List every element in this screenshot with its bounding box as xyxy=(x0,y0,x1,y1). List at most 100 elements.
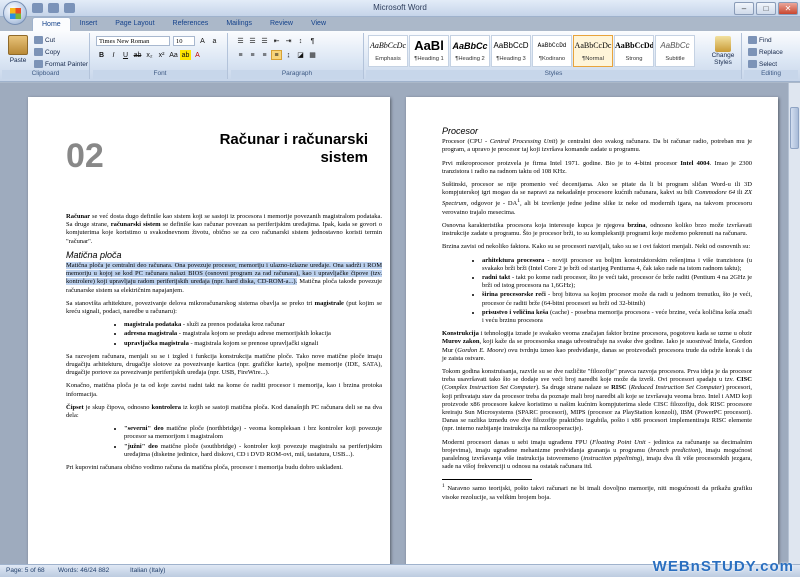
select-button[interactable]: Select xyxy=(748,60,777,68)
tab-home[interactable]: Home xyxy=(32,17,71,31)
chapter-number: 02 xyxy=(66,137,104,175)
paragraph: Osnovna karakteristika procesora koja in… xyxy=(442,221,752,238)
select-icon xyxy=(748,60,757,68)
multilevel-list-icon[interactable]: ☰ xyxy=(259,36,270,46)
word-count[interactable]: Words: 46/24 882 xyxy=(58,567,109,574)
subscript-button[interactable]: x₂ xyxy=(144,50,155,60)
page-right[interactable]: Procesor Procesor (CPU - Central Process… xyxy=(406,97,778,564)
font-color-button[interactable]: A xyxy=(192,50,203,60)
watermark-logo: WEBnSTUDY.com xyxy=(652,558,794,575)
paragraph: Suštinski, procesor se nije promenio već… xyxy=(442,181,752,216)
tab-page-layout[interactable]: Page Layout xyxy=(106,17,163,31)
align-right-icon[interactable]: ≡ xyxy=(259,50,270,60)
line-spacing-icon[interactable]: ↨ xyxy=(283,50,294,60)
borders-icon[interactable]: ▦ xyxy=(307,50,318,60)
font-name-select[interactable]: Times New Roman xyxy=(96,36,170,46)
scissors-icon xyxy=(34,36,43,44)
tab-view[interactable]: View xyxy=(302,17,335,31)
close-button[interactable]: ✕ xyxy=(778,2,798,15)
ribbon-tabs: Home Insert Page Layout References Maili… xyxy=(32,17,335,31)
window-controls: – □ ✕ xyxy=(734,2,798,15)
change-styles-icon xyxy=(715,36,731,52)
italic-button[interactable]: I xyxy=(108,50,119,60)
styles-label: Styles xyxy=(366,70,741,79)
tab-insert[interactable]: Insert xyxy=(71,17,107,31)
align-center-icon[interactable]: ≡ xyxy=(247,50,258,60)
clipboard-group: Paste Cut Copy Format Painter Clipboard xyxy=(2,33,90,79)
numbering-icon[interactable]: ☰ xyxy=(247,36,258,46)
document-workspace[interactable]: 02 Računar i računarski sistem Računar s… xyxy=(0,83,788,564)
chipset-list: "severni" deo matične ploče (northbridge… xyxy=(124,425,382,459)
replace-button[interactable]: Replace xyxy=(748,48,783,56)
bullets-icon[interactable]: ☰ xyxy=(235,36,246,46)
paragraph: Brzina zavisi od nekoliko faktora. Kako … xyxy=(442,243,751,251)
grow-font-icon[interactable]: A xyxy=(197,36,208,46)
list-item: širina procesorske reči - broj bitova sa… xyxy=(482,291,752,307)
format-painter-button[interactable]: Format Painter xyxy=(34,60,88,68)
styles-group: Change Styles Styles xyxy=(366,33,742,79)
font-group: Times New Roman 10 A a B I U ab x₂ x² Aa… xyxy=(93,33,228,79)
paragraph: Tokom godina konstruisanja, razvile su s… xyxy=(442,368,753,433)
paragraph: Sa razvojem računara, menjali su se i iz… xyxy=(66,352,382,377)
factors-list: arhitektura procesora - noviji procesor … xyxy=(482,257,752,326)
align-left-icon[interactable]: ≡ xyxy=(235,50,246,60)
vertical-scrollbar[interactable] xyxy=(788,83,800,564)
title-bar: Microsoft Word – □ ✕ xyxy=(0,0,800,17)
show-formatting-icon[interactable]: ¶ xyxy=(307,36,318,46)
paragraph: Pri kupovini računara obično vodimo raču… xyxy=(66,464,343,472)
list-item: radni takt - takt po kome radi procesor,… xyxy=(482,274,752,290)
paragraph: Sa stanovišta arhitekture, povezivanje d… xyxy=(66,299,382,316)
page-left-body[interactable]: Računar se već dosta dugo definiše kao s… xyxy=(66,213,382,477)
scrollbar-thumb[interactable] xyxy=(790,107,799,149)
sort-icon[interactable]: ↕ xyxy=(295,36,306,46)
page-left[interactable]: 02 Računar i računarski sistem Računar s… xyxy=(28,97,390,564)
superscript-button[interactable]: x² xyxy=(156,50,167,60)
shading-icon[interactable]: ◪ xyxy=(295,50,306,60)
clipboard-label: Clipboard xyxy=(2,70,89,79)
section-heading: Matična ploča xyxy=(66,249,122,260)
decrease-indent-icon[interactable]: ⇤ xyxy=(271,36,282,46)
shrink-font-icon[interactable]: a xyxy=(209,36,220,46)
paragraph: Čipset je skup čipova, odnosno kontroler… xyxy=(66,403,382,420)
increase-indent-icon[interactable]: ⇥ xyxy=(283,36,294,46)
section-heading: Procesor xyxy=(442,126,479,136)
paste-icon xyxy=(8,35,28,55)
page-count[interactable]: Page: 5 of 68 xyxy=(6,567,45,574)
paste-button[interactable]: Paste xyxy=(6,35,30,64)
paragraph: Procesor (CPU - Central Processing Unit)… xyxy=(442,138,753,154)
copy-icon xyxy=(34,48,43,56)
copy-button[interactable]: Copy xyxy=(34,48,60,56)
tab-references[interactable]: References xyxy=(164,17,218,31)
page-right-body[interactable]: Procesor Procesor (CPU - Central Process… xyxy=(442,126,753,507)
language-indicator[interactable]: Italian (Italy) xyxy=(130,567,165,574)
footnote: 1 Naravno samo teorijski, pošto takvi ra… xyxy=(442,483,752,501)
paragraph: Konačno, matična ploča je ta od koje zav… xyxy=(66,382,382,398)
list-item: "severni" deo matične ploče (northbridge… xyxy=(124,425,382,441)
find-button[interactable]: Find xyxy=(748,36,772,44)
window-title: Microsoft Word xyxy=(373,3,427,12)
underline-button[interactable]: U xyxy=(120,50,131,60)
minimize-button[interactable]: – xyxy=(734,2,754,15)
paragraph: Matična ploča je centralni deo računara.… xyxy=(66,262,382,294)
bold-button[interactable]: B xyxy=(96,50,107,60)
justify-icon[interactable]: ≡ xyxy=(271,50,282,60)
maximize-button[interactable]: □ xyxy=(756,2,776,15)
brush-icon xyxy=(34,60,43,68)
strikethrough-button[interactable]: ab xyxy=(132,50,143,60)
change-case-button[interactable]: Aa xyxy=(168,50,179,60)
highlight-button[interactable]: ab xyxy=(180,50,191,60)
list-item: magistrala podataka - služi za prenos po… xyxy=(124,321,382,329)
paragraph: Prvi mikroprocesor proizvela je firma In… xyxy=(442,159,753,175)
font-size-select[interactable]: 10 xyxy=(173,36,195,46)
editing-group: Find Replace Select Editing xyxy=(744,33,798,79)
change-styles-button[interactable]: Change Styles xyxy=(708,36,738,66)
font-label: Font xyxy=(93,70,227,79)
cut-button[interactable]: Cut xyxy=(34,36,55,44)
tab-review[interactable]: Review xyxy=(261,17,302,31)
paragraph: Konstrukcija i tehnologija izrade je sva… xyxy=(442,330,753,362)
office-button[interactable] xyxy=(3,1,27,25)
paragraph: Moderni procesori danas u sebi imaju ugr… xyxy=(442,438,753,471)
paragraph: Računar se već dosta dugo definiše kao s… xyxy=(66,213,382,245)
tab-mailings[interactable]: Mailings xyxy=(217,17,261,31)
binoculars-icon xyxy=(748,36,757,44)
